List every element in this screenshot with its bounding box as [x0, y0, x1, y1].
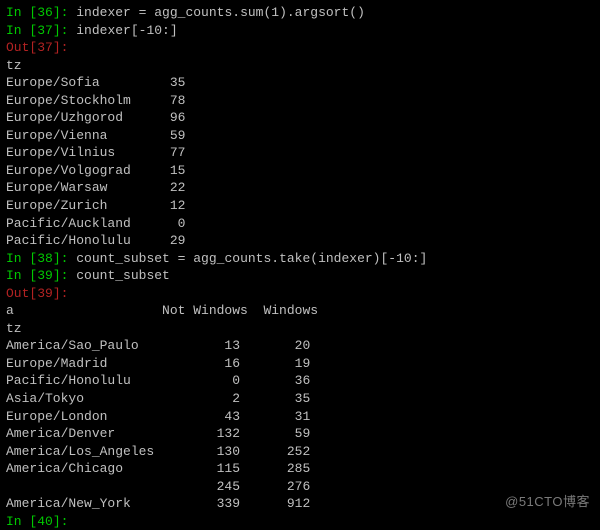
terminal-line: Pacific/Auckland 0 — [6, 215, 594, 233]
terminal-line: America/Chicago 115 285 — [6, 460, 594, 478]
terminal-line: Europe/Stockholm 78 — [6, 92, 594, 110]
terminal-line: In [38]: count_subset = agg_counts.take(… — [6, 250, 594, 268]
terminal-line: a Not Windows Windows — [6, 302, 594, 320]
terminal-line: Europe/Vienna 59 — [6, 127, 594, 145]
terminal-line: In [39]: count_subset — [6, 267, 594, 285]
terminal-line: Europe/Vilnius 77 — [6, 144, 594, 162]
terminal-line: America/Sao_Paulo 13 20 — [6, 337, 594, 355]
watermark: @51CTO博客 — [505, 493, 590, 511]
terminal-line: Europe/Warsaw 22 — [6, 179, 594, 197]
terminal-line: Europe/Zurich 12 — [6, 197, 594, 215]
terminal-line: America/Denver 132 59 — [6, 425, 594, 443]
terminal-line: In [36]: indexer = agg_counts.sum(1).arg… — [6, 4, 594, 22]
terminal-line: Out[37]: — [6, 39, 594, 57]
terminal-line: Europe/Madrid 16 19 — [6, 355, 594, 373]
terminal-line: tz — [6, 320, 594, 338]
terminal-line: Pacific/Honolulu 29 — [6, 232, 594, 250]
terminal[interactable]: In [36]: indexer = agg_counts.sum(1).arg… — [6, 4, 594, 530]
terminal-line: America/Los_Angeles 130 252 — [6, 443, 594, 461]
terminal-line: Europe/London 43 31 — [6, 408, 594, 426]
terminal-line: Europe/Volgograd 15 — [6, 162, 594, 180]
terminal-line: Out[39]: — [6, 285, 594, 303]
terminal-line: In [40]: — [6, 513, 594, 530]
terminal-line: Pacific/Honolulu 0 36 — [6, 372, 594, 390]
terminal-line: Asia/Tokyo 2 35 — [6, 390, 594, 408]
terminal-line: tz — [6, 57, 594, 75]
terminal-line: Europe/Uzhgorod 96 — [6, 109, 594, 127]
terminal-line: Europe/Sofia 35 — [6, 74, 594, 92]
terminal-line: In [37]: indexer[-10:] — [6, 22, 594, 40]
